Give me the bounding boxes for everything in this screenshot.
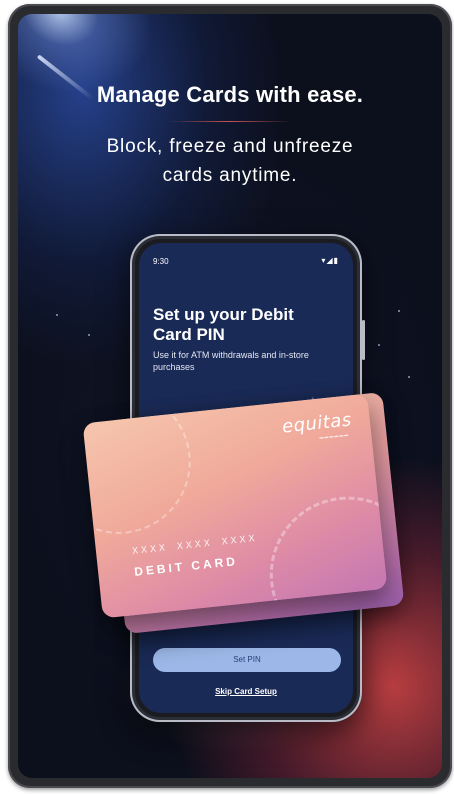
promo-subtitle-line1: Block, freeze and unfreeze <box>106 136 354 157</box>
device-frame: Manage Cards with ease. Block, freeze an… <box>8 4 452 788</box>
star-dot <box>88 334 90 336</box>
pin-setup-heading-line2: Card PIN <box>153 325 225 344</box>
promo-title: Manage Cards with ease. <box>96 82 364 107</box>
phone-side-button <box>362 320 365 360</box>
pin-setup-description: Use it for ATM withdrawals and in-store … <box>153 350 309 372</box>
star-dot <box>408 376 410 378</box>
skip-card-setup-link[interactable]: Skip Card Setup <box>139 687 353 696</box>
onboarding-screen: Manage Cards with ease. Block, freeze an… <box>18 14 442 778</box>
debit-card: equitas ▬▬▬▬▬▬ XXXX XXXX XXXX DEBIT CARD <box>82 393 388 619</box>
promo-subtitle-line2: cards anytime. <box>162 165 298 186</box>
star-dot <box>56 314 58 316</box>
title-divider <box>168 121 292 122</box>
pin-setup-heading: Set up your Debit Card PIN <box>153 305 343 345</box>
star-dot <box>398 310 400 312</box>
status-time: 9:30 <box>153 257 169 266</box>
signal-battery-icon: ▾◢▮ <box>321 256 339 265</box>
promo-subtitle: Block, freeze and unfreeze cards anytime… <box>18 132 442 190</box>
card-number-mask: XXXX XXXX XXXX <box>131 533 259 558</box>
card-type-label: DEBIT CARD <box>133 554 239 579</box>
star-dot <box>378 344 380 346</box>
lens-flare <box>18 14 178 142</box>
set-pin-button[interactable]: Set PIN <box>153 648 341 672</box>
pin-setup-heading-line1: Set up your Debit <box>153 305 294 324</box>
